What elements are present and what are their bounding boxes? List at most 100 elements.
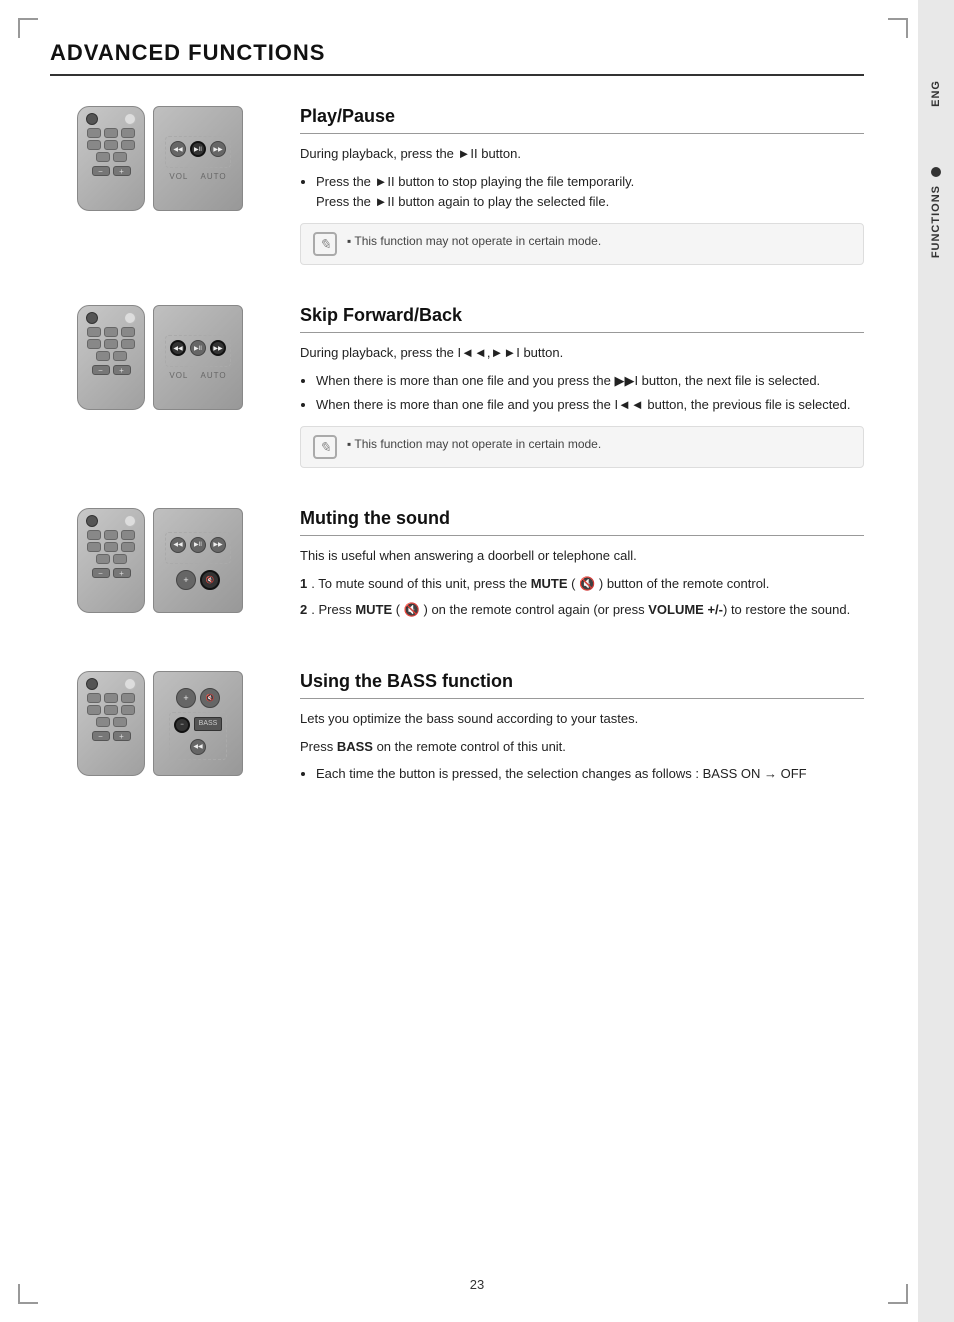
remote-row-m2 bbox=[82, 542, 140, 552]
remote-btn-m4 bbox=[87, 542, 101, 552]
remote-btn-power-bass bbox=[86, 678, 98, 690]
remote-body-skip: − + bbox=[77, 305, 145, 410]
remote-btn-b5 bbox=[104, 705, 118, 715]
panel-btns-row1: ◀◀ ▶II ▶▶ bbox=[170, 141, 226, 157]
functions-label: FUNCTIONS bbox=[930, 185, 942, 258]
remote-btn-s6 bbox=[121, 339, 135, 349]
panel-btn-prev: ◀◀ bbox=[170, 141, 186, 157]
bullets-play-pause: Press the ►II button to stop playing the… bbox=[316, 172, 864, 214]
remote-illustration-skip: − + ◀◀ ▶II ▶▶ VOL AUTO bbox=[77, 305, 243, 410]
corner-mark-tr bbox=[888, 18, 908, 38]
bullets-bass: Each time the button is pressed, the sel… bbox=[316, 764, 864, 785]
remote-btn-b1 bbox=[87, 693, 101, 703]
panel-btn-bass-plus: + bbox=[176, 688, 196, 708]
content-area: ADVANCED FUNCTIONS bbox=[50, 40, 864, 795]
remote-btn-s5 bbox=[104, 339, 118, 349]
remote-top-btns-mute bbox=[82, 515, 140, 527]
remote-btn-3 bbox=[121, 128, 135, 138]
panel-body-bass: + 🔇 − BASS ◀◀ bbox=[153, 671, 243, 776]
panel-bass-display: BASS bbox=[194, 717, 222, 731]
remote-row-1 bbox=[82, 128, 140, 138]
remote-btn-b8 bbox=[113, 717, 127, 727]
page-wrapper: ENG FUNCTIONS ADVANCED FUNCTIONS bbox=[0, 0, 954, 1322]
text-mute-1: . To mute sound of this unit, press the … bbox=[311, 574, 769, 595]
remote-row-s3 bbox=[82, 351, 140, 361]
section-mute: − + ◀◀ ▶II ▶▶ + bbox=[50, 508, 864, 631]
section-right-bass: Using the BASS function Lets you optimiz… bbox=[300, 671, 864, 795]
intro-mute: This is useful when answering a doorbell… bbox=[300, 546, 864, 566]
numbered-mute-2: 2 . Press MUTE ( 🔇 ) on the remote contr… bbox=[300, 600, 864, 621]
panel-bass-top: + 🔇 bbox=[176, 688, 220, 708]
remote-btn-b3 bbox=[121, 693, 135, 703]
panel-btn-bass-icon: 🔇 bbox=[200, 688, 220, 708]
panel-dashed-bass: − BASS ◀◀ bbox=[169, 712, 227, 760]
remote-bottom: − + bbox=[92, 166, 131, 176]
remote-row-b1 bbox=[82, 693, 140, 703]
section-bass: − + + 🔇 − BASS bbox=[50, 671, 864, 795]
panel-bass-bottom: ◀◀ bbox=[174, 739, 222, 755]
panel-vol-row: + 🔇 bbox=[176, 570, 220, 590]
remote-btn-plus: + bbox=[113, 166, 131, 176]
remote-btn-m6 bbox=[121, 542, 135, 552]
intro-skip: During playback, press the I◄◄,►►I butto… bbox=[300, 343, 864, 363]
remote-btn-light bbox=[124, 113, 136, 125]
section-left-play-pause: − + ◀◀ ▶II ▶▶ VOL AUT bbox=[50, 106, 270, 211]
remote-body-mute: − + bbox=[77, 508, 145, 613]
remote-btn-6 bbox=[121, 140, 135, 150]
panel-dashed: ◀◀ ▶II ▶▶ bbox=[165, 136, 231, 168]
remote-btn-b2 bbox=[104, 693, 118, 703]
remote-btn-s1 bbox=[87, 327, 101, 337]
remote-btn-power-mute bbox=[86, 515, 98, 527]
remote-btn-minus-skip: − bbox=[92, 365, 110, 375]
remote-row-2 bbox=[82, 140, 140, 150]
note-skip: ✎ ▪ This function may not operate in cer… bbox=[300, 426, 864, 468]
panel-btns-bass-row: − BASS bbox=[174, 717, 222, 733]
remote-btn-plus-mute: + bbox=[113, 568, 131, 578]
remote-bottom-mute: − + bbox=[92, 568, 131, 578]
section-right-skip: Skip Forward/Back During playback, press… bbox=[300, 305, 864, 468]
remote-btn-light-mute bbox=[124, 515, 136, 527]
remote-body-bass: − + bbox=[77, 671, 145, 776]
intro-bass-1: Lets you optimize the bass sound accordi… bbox=[300, 709, 864, 729]
remote-btn-b7 bbox=[96, 717, 110, 727]
remote-top-btns-skip bbox=[82, 312, 140, 324]
remote-btn-power bbox=[86, 113, 98, 125]
panel-btns-mute-row: ◀◀ ▶II ▶▶ bbox=[170, 537, 226, 553]
heading-mute: Muting the sound bbox=[300, 508, 864, 536]
remote-btn-b4 bbox=[87, 705, 101, 715]
remote-btn-m7 bbox=[96, 554, 110, 564]
panel-btn-mute-next: ▶▶ bbox=[210, 537, 226, 553]
functions-bullet bbox=[931, 167, 941, 177]
remote-btn-m3 bbox=[121, 530, 135, 540]
note-icon-skip: ✎ bbox=[313, 435, 337, 459]
remote-btn-m8 bbox=[113, 554, 127, 564]
bullets-skip: When there is more than one file and you… bbox=[316, 371, 864, 417]
remote-btn-light-skip bbox=[124, 312, 136, 324]
remote-illustration-mute: − + ◀◀ ▶II ▶▶ + bbox=[77, 508, 243, 613]
section-play-pause: − + ◀◀ ▶II ▶▶ VOL AUT bbox=[50, 106, 864, 265]
panel-body-skip: ◀◀ ▶II ▶▶ VOL AUTO bbox=[153, 305, 243, 410]
corner-mark-br bbox=[888, 1284, 908, 1304]
panel-body-mute: ◀◀ ▶II ▶▶ + 🔇 bbox=[153, 508, 243, 613]
remote-btn-7 bbox=[96, 152, 110, 162]
section-left-mute: − + ◀◀ ▶II ▶▶ + bbox=[50, 508, 270, 613]
panel-btn-skip-prev: ◀◀ bbox=[170, 340, 186, 356]
panel-btn-mute-prev: ◀◀ bbox=[170, 537, 186, 553]
remote-btn-s8 bbox=[113, 351, 127, 361]
bullet-play-pause-1: Press the ►II button to stop playing the… bbox=[316, 172, 864, 214]
num-2: 2 bbox=[300, 600, 307, 621]
functions-section: FUNCTIONS bbox=[930, 167, 942, 258]
note-play-pause: ✎ ▪ This function may not operate in cer… bbox=[300, 223, 864, 265]
section-left-bass: − + + 🔇 − BASS bbox=[50, 671, 270, 776]
num-1: 1 bbox=[300, 574, 307, 595]
numbered-mute: 1 . To mute sound of this unit, press th… bbox=[300, 574, 864, 622]
remote-illustration-play: − + ◀◀ ▶II ▶▶ VOL AUT bbox=[77, 106, 243, 211]
panel-btn-bass-enter: ◀◀ bbox=[190, 739, 206, 755]
remote-row-b3 bbox=[82, 717, 140, 727]
remote-btn-power-skip bbox=[86, 312, 98, 324]
remote-illustration-bass: − + + 🔇 − BASS bbox=[77, 671, 243, 776]
section-right-mute: Muting the sound This is useful when ans… bbox=[300, 508, 864, 631]
remote-row-b2 bbox=[82, 705, 140, 715]
panel-btn-mute-icon: 🔇 bbox=[200, 570, 220, 590]
remote-row-s2 bbox=[82, 339, 140, 349]
